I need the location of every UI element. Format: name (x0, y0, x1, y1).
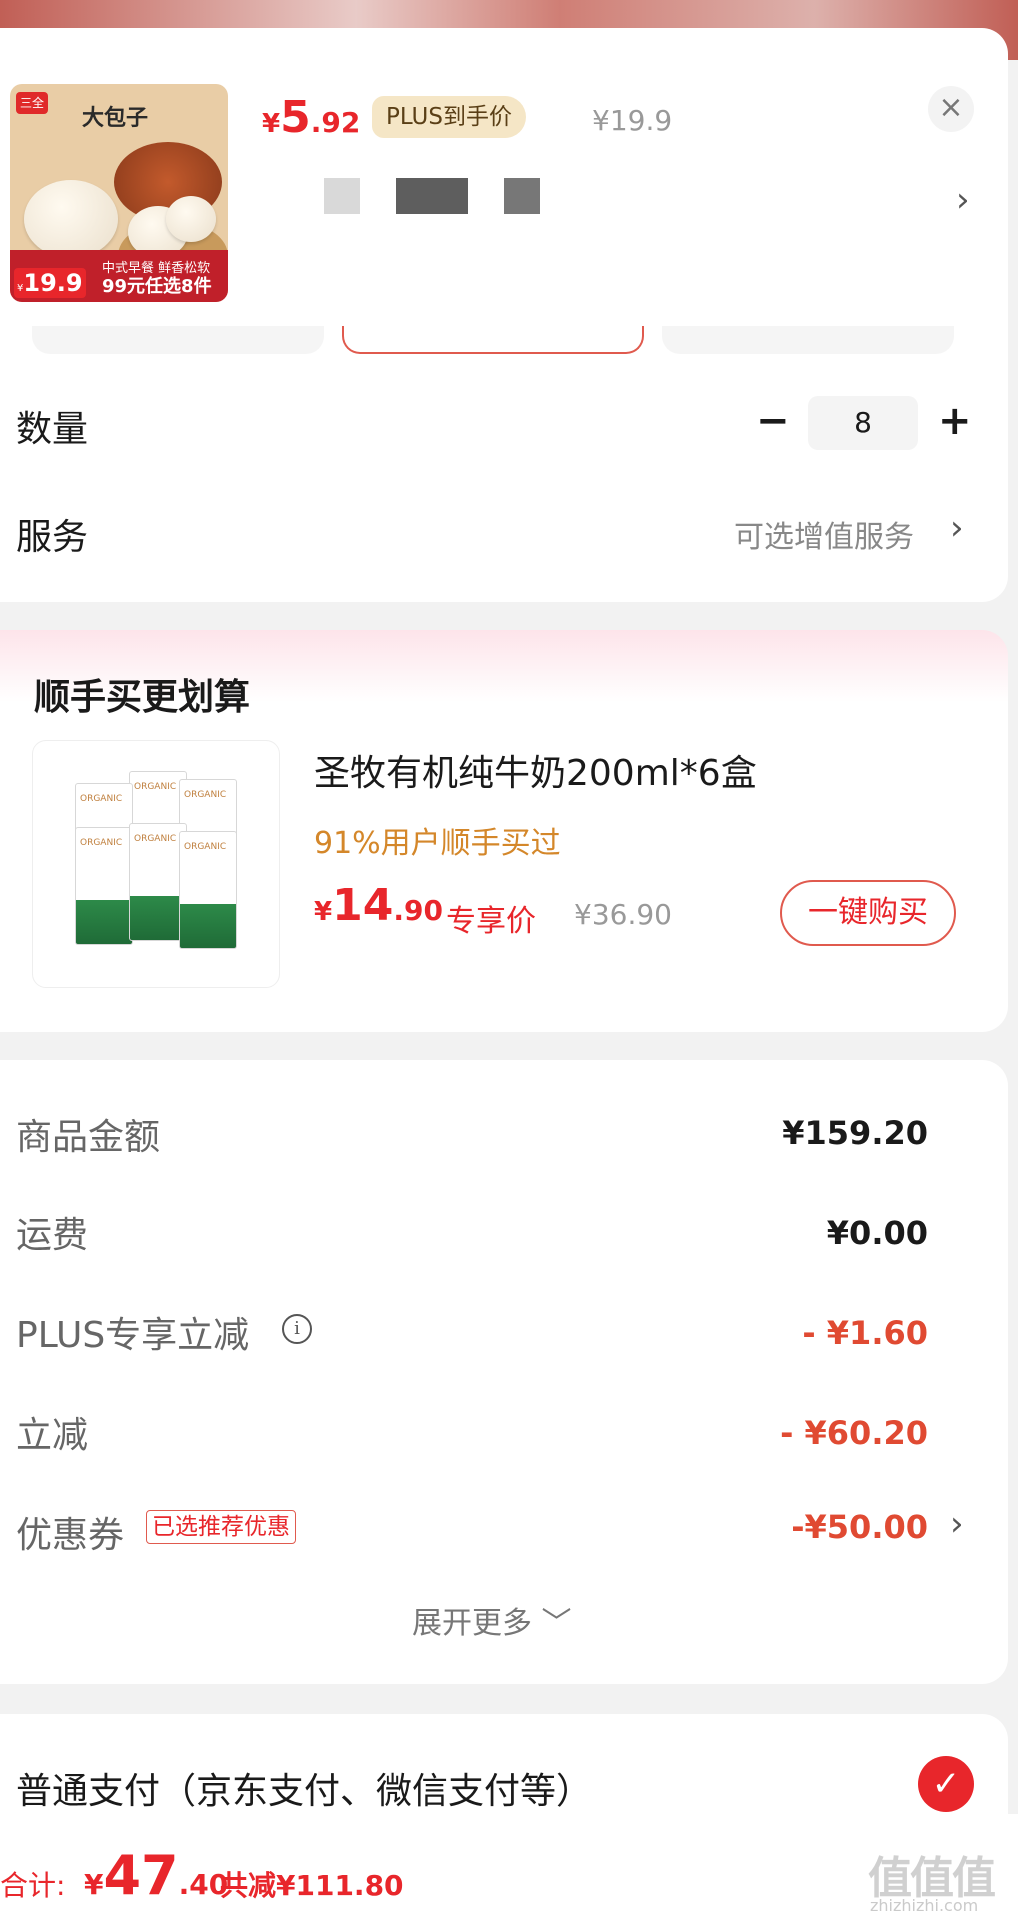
chevron-right-icon[interactable]: › (956, 180, 970, 220)
chevron-down-icon: ﹀ (541, 1606, 572, 1641)
spec-option-selected[interactable] (342, 326, 644, 354)
redacted-spec-block (396, 178, 468, 214)
total-saved: 共减¥111.80 (220, 1869, 404, 1902)
milk-box: ORGANIC (75, 827, 133, 945)
expand-more-label: 展开更多 (412, 1606, 532, 1641)
quantity-plus-button[interactable]: + (938, 398, 972, 444)
summary-value-coupon[interactable]: -¥50.00 (791, 1508, 928, 1546)
check-icon[interactable]: ✓ (918, 1756, 974, 1812)
upsell-exclusive-label: 专享价 (446, 904, 536, 939)
info-icon[interactable]: i (282, 1314, 312, 1344)
total-label: 合计: (0, 1869, 66, 1902)
quantity-label: 数量 (16, 409, 89, 450)
bun-shape (24, 180, 118, 258)
upsell-title: 顺手买更划算 (34, 677, 251, 718)
one-click-buy-button[interactable]: 一键购买 (780, 880, 956, 946)
spec-option[interactable] (662, 326, 954, 354)
image-price-tag: ¥19.9 (14, 268, 86, 298)
upsell-original-price: ¥36.90 (574, 898, 672, 931)
summary-value-plus-discount: - ¥1.60 (802, 1314, 928, 1352)
redacted-spec-block (324, 178, 360, 214)
product-price: ¥5.92 (262, 92, 361, 143)
summary-label-goods: 商品金额 (16, 1117, 161, 1158)
total-price: ¥47.40 (84, 1844, 229, 1907)
bun-shape (166, 196, 216, 242)
image-band-line2: 99元任选8件 (102, 276, 212, 297)
summary-value-instant-discount: - ¥60.20 (780, 1414, 928, 1452)
chevron-right-icon[interactable]: › (950, 1504, 964, 1544)
image-title: 大包子 (82, 106, 149, 131)
summary-label-shipping: 运费 (16, 1215, 89, 1256)
expand-more-button[interactable]: 展开更多 ﹀ (412, 1598, 572, 1642)
milk-product-image[interactable]: ORGANIC ORGANIC ORGANIC ORGANIC ORGANIC … (32, 740, 280, 988)
coupon-recommended-badge: 已选推荐优惠 (146, 1510, 296, 1544)
service-option-link[interactable]: 可选增值服务 (734, 512, 914, 556)
upsell-price: ¥14.90 (314, 880, 443, 931)
product-image[interactable]: 三全 大包子 ¥19.9 中式早餐 鲜香松软 99元任选8件 (10, 84, 228, 302)
plus-price-badge: PLUS到手价 (372, 96, 526, 138)
service-label: 服务 (16, 517, 89, 558)
quantity-input[interactable]: 8 (808, 396, 918, 450)
brand-logo: 三全 (16, 92, 48, 114)
chevron-right-icon[interactable]: › (950, 508, 964, 548)
close-button[interactable]: × (928, 86, 974, 132)
summary-value-shipping: ¥0.00 (826, 1214, 928, 1252)
summary-value-goods: ¥159.20 (782, 1114, 928, 1152)
payment-method-label[interactable]: 普通支付（京东支付、微信支付等） (16, 1762, 592, 1814)
upsell-bought-stat: 91%用户顺手买过 (314, 826, 561, 861)
upsell-product-name[interactable]: 圣牧有机纯牛奶200ml*6盒 (314, 744, 757, 796)
redacted-spec-block (504, 178, 540, 214)
milk-box: ORGANIC (179, 831, 237, 949)
summary-label-instant-discount: 立减 (16, 1415, 89, 1456)
summary-label-plus-discount: PLUS专享立减 (16, 1315, 250, 1356)
watermark-url: zhizhizhi.com (870, 1896, 979, 1915)
quantity-minus-button[interactable]: − (756, 398, 790, 444)
spec-option[interactable] (32, 326, 324, 354)
summary-label-coupon[interactable]: 优惠券 (16, 1506, 124, 1558)
original-price: ¥19.9 (592, 104, 673, 137)
